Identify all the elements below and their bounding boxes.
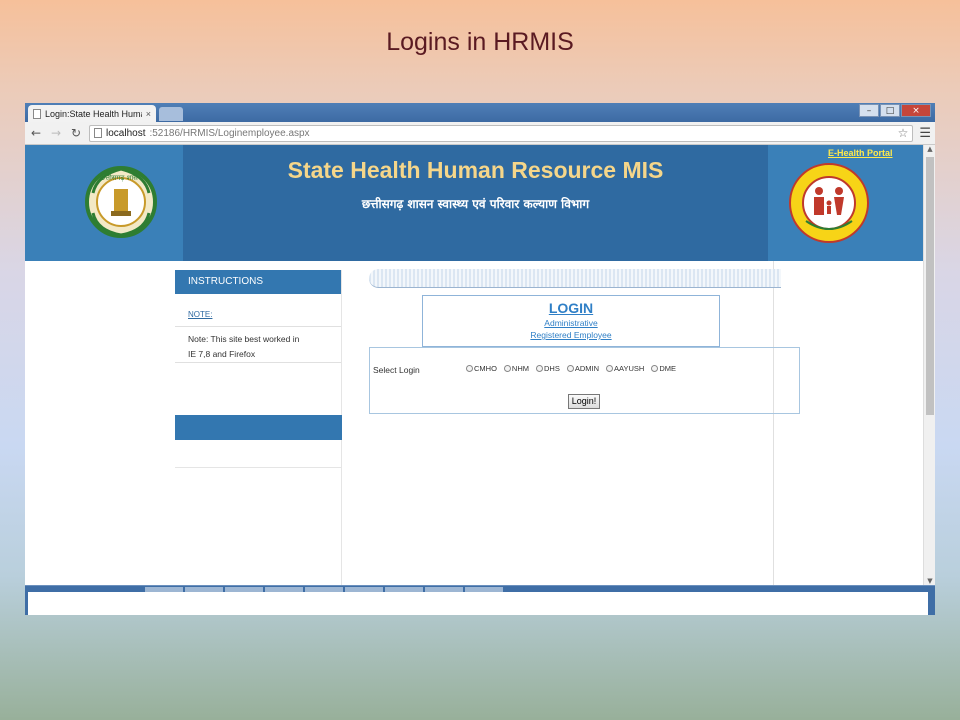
hamburger-menu-icon[interactable]: ☰ (919, 126, 931, 141)
arrow-left-icon[interactable]: ← (29, 126, 43, 140)
login-type-radios: CMHO NHM DHS ADMIN AAYUSH DME (466, 364, 676, 373)
radio-label: NHM (511, 364, 530, 373)
new-tab-button[interactable] (159, 107, 183, 121)
ehealth-portal-link[interactable]: E-Health Portal (828, 148, 893, 158)
browser-window: Login:State Health Human × – □ × ← → ↻ l… (25, 103, 935, 615)
radio-dot-icon[interactable] (503, 365, 511, 372)
sidebar-blue-bar (175, 415, 342, 440)
radio-label: CMHO (474, 364, 497, 373)
close-window-button[interactable]: × (901, 104, 931, 117)
select-login-label: Select Login (373, 365, 420, 375)
sidebar-divider (175, 467, 342, 468)
scroll-up-icon[interactable]: ▲ (924, 145, 935, 153)
slide-title: Logins in HRMIS (386, 28, 574, 56)
login-button[interactable]: Login! (568, 394, 600, 409)
radio-label: DME (659, 364, 676, 373)
page-icon (94, 128, 102, 138)
header-center-panel: State Health Human Resource MIS छत्तीसगढ… (183, 145, 768, 261)
radio-dhs[interactable]: DHS (536, 364, 560, 373)
maximize-button[interactable]: □ (880, 104, 900, 117)
emblem-caption: छत्तीसगढ़ शासन (100, 173, 142, 182)
taskbar (25, 585, 935, 615)
radio-aayush[interactable]: AAYUSH (606, 364, 644, 373)
tab-title: Login:State Health Human (45, 108, 142, 119)
radio-admin[interactable]: ADMIN (566, 364, 600, 373)
login-header-bar (369, 269, 781, 288)
note-link[interactable]: NOTE: (175, 294, 341, 327)
radio-dot-icon[interactable] (651, 365, 659, 372)
radio-dot-icon[interactable] (466, 365, 473, 372)
url-host: localhost (106, 127, 146, 139)
arrow-right-icon[interactable]: → (49, 126, 63, 140)
nrhm-logo-icon (789, 163, 869, 243)
radio-dot-icon[interactable] (606, 365, 614, 372)
note-line-2: IE 7,8 and Firefox (188, 349, 256, 359)
window-controls: – □ × (859, 104, 931, 117)
radio-label: DHS (544, 364, 560, 373)
login-title-link[interactable]: LOGIN (423, 300, 719, 316)
registered-employee-link[interactable]: Registered Employee (423, 330, 719, 340)
scrollbar-thumb[interactable] (926, 157, 934, 415)
address-bar[interactable]: localhost:52186/HRMIS/Loginemployee.aspx… (89, 124, 914, 142)
radio-dme[interactable]: DME (651, 364, 676, 373)
login-panel: LOGIN Administrative Registered Employee (422, 295, 720, 347)
page-viewport: छत्तीसगढ़ शासन State Health Human Resour… (25, 145, 923, 585)
select-login-panel: Select Login CMHO NHM DHS ADMIN AAYUSH D… (369, 347, 800, 414)
administrative-link[interactable]: Administrative (423, 318, 719, 328)
header-left-panel: छत्तीसगढ़ शासन (25, 145, 183, 261)
note-text: Note: This site best worked in IE 7,8 an… (175, 327, 341, 363)
vertical-scrollbar[interactable]: ▲ ▼ (923, 145, 935, 585)
url-path: :52186/HRMIS/Loginemployee.aspx (149, 127, 310, 139)
site-title: State Health Human Resource MIS (287, 157, 664, 183)
header-right-panel: E-Health Portal (768, 145, 923, 261)
tab-bar: Login:State Health Human × – □ × (25, 103, 935, 122)
radio-nhm[interactable]: NHM (503, 364, 530, 373)
note-line-1: Note: This site best worked in (188, 334, 300, 344)
radio-cmho[interactable]: CMHO (466, 364, 497, 373)
tab-close-icon[interactable]: × (146, 109, 151, 119)
site-header: छत्तीसगढ़ शासन State Health Human Resour… (25, 145, 923, 261)
browser-toolbar: ← → ↻ localhost:52186/HRMIS/Loginemploye… (25, 122, 935, 145)
content-divider (773, 261, 774, 585)
instructions-sidebar: INSTRUCTIONS NOTE: Note: This site best … (175, 270, 342, 585)
taskbar-panel (28, 592, 928, 615)
site-subtitle: छत्तीसगढ़ शासन स्वास्थ्य एवं परिवार कल्य… (361, 197, 590, 211)
chhattisgarh-emblem-icon: छत्तीसगढ़ शासन (85, 166, 157, 238)
radio-dot-icon[interactable] (536, 365, 544, 372)
star-icon[interactable]: ☆ (898, 126, 909, 140)
scroll-down-icon[interactable]: ▼ (924, 577, 935, 585)
document-icon (33, 108, 41, 119)
radio-label: AAYUSH (614, 364, 645, 373)
reload-icon[interactable]: ↻ (69, 126, 83, 140)
instructions-heading: INSTRUCTIONS (175, 270, 341, 294)
radio-label: ADMIN (574, 364, 600, 373)
radio-dot-icon[interactable] (566, 365, 574, 372)
browser-tab[interactable]: Login:State Health Human × (28, 105, 156, 122)
minimize-button[interactable]: – (859, 104, 879, 117)
